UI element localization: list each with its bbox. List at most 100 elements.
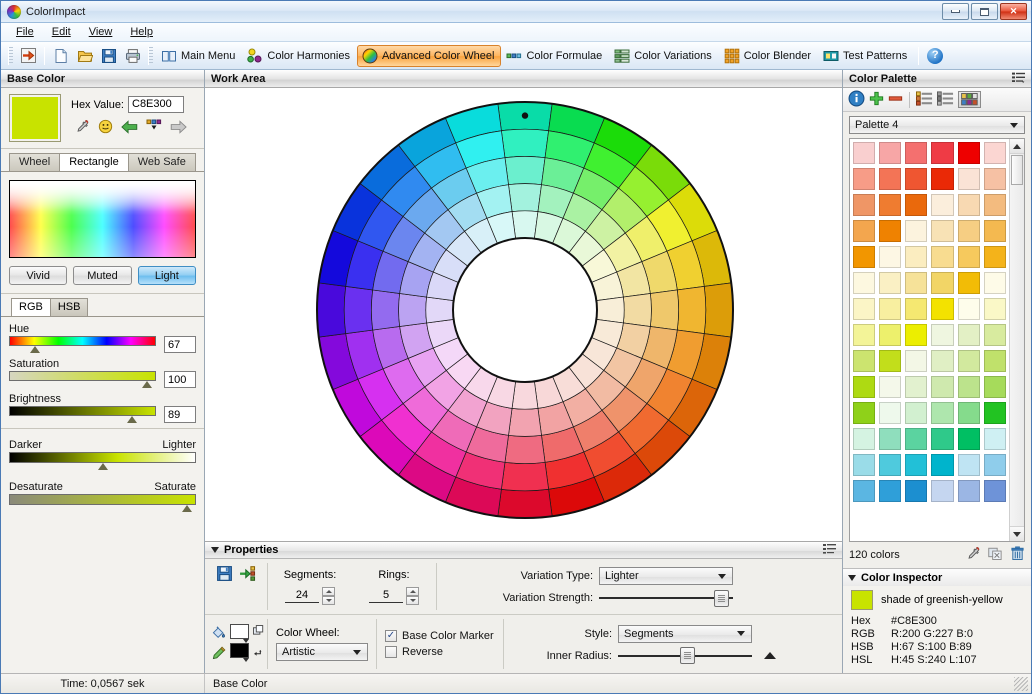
palette-swatch[interactable] (984, 454, 1006, 476)
palette-swatch[interactable] (879, 194, 901, 216)
tone-button-vivid[interactable]: Vivid (9, 266, 67, 285)
palette-swatch[interactable] (853, 246, 875, 268)
palette-swatch[interactable] (905, 272, 927, 294)
palette-swatch[interactable] (905, 350, 927, 372)
palette-swatch[interactable] (905, 428, 927, 450)
palette-swatch[interactable] (905, 194, 927, 216)
palette-swatch[interactable] (853, 402, 875, 424)
wheel-segment[interactable] (371, 290, 399, 330)
scrollbar-thumb[interactable] (1011, 155, 1023, 185)
palette-swatch[interactable] (853, 298, 875, 320)
rings-stepper[interactable] (406, 587, 419, 605)
palette-swatch[interactable] (853, 168, 875, 190)
palette-swatch[interactable] (879, 298, 901, 320)
saturation-value-input[interactable]: 100 (164, 371, 196, 388)
wheel-segment[interactable] (399, 294, 427, 327)
segments-stepper[interactable] (322, 587, 335, 605)
menu-item-edit[interactable]: Edit (43, 25, 80, 39)
palette-swatch[interactable] (958, 402, 980, 424)
hue-slider-thumb[interactable] (30, 346, 40, 353)
palette-swatch[interactable] (905, 454, 927, 476)
export-icon[interactable] (17, 45, 39, 67)
help-button[interactable]: ? (923, 45, 947, 67)
palette-swatch[interactable] (984, 142, 1006, 164)
palette-swatch[interactable] (879, 324, 901, 346)
wheel-segment[interactable] (426, 297, 454, 323)
properties-menu-icon[interactable] (823, 543, 836, 557)
wheel-segment[interactable] (677, 286, 706, 333)
rings-value[interactable]: 5 (369, 589, 403, 603)
work-area-canvas[interactable] (205, 88, 842, 541)
picker-tab-wheel[interactable]: Wheel (9, 153, 60, 171)
segments-increment-button[interactable] (322, 587, 335, 596)
palette-swatch[interactable] (958, 480, 980, 502)
pencil-icon[interactable] (211, 646, 226, 664)
variation-strength-thumb[interactable] (714, 590, 729, 607)
palette-swatch[interactable] (905, 142, 927, 164)
palette-swatch[interactable] (984, 480, 1006, 502)
palette-swatch[interactable] (958, 220, 980, 242)
toolbar-tab-color-harmonies[interactable]: Color Harmonies (242, 45, 357, 67)
palette-add-icon[interactable] (146, 119, 162, 137)
swap-colors-icon[interactable] (253, 646, 264, 660)
segments-decrement-button[interactable] (322, 596, 335, 605)
palette-swatch[interactable] (984, 194, 1006, 216)
scroll-down-button[interactable] (1010, 526, 1024, 541)
wheel-segment[interactable] (512, 211, 538, 239)
palette-swatch[interactable] (931, 168, 953, 190)
toolbar-tab-color-blender[interactable]: Color Blender (719, 45, 818, 67)
palette-swatch[interactable] (853, 480, 875, 502)
hue-slider-track[interactable] (9, 336, 156, 346)
palette-swatch[interactable] (905, 168, 927, 190)
save-palette-icon[interactable] (216, 565, 233, 585)
palette-swatch[interactable] (905, 402, 927, 424)
info-icon[interactable] (848, 90, 865, 110)
palette-swatch[interactable] (931, 402, 953, 424)
rings-increment-button[interactable] (406, 587, 419, 596)
palette-swatch[interactable] (931, 428, 953, 450)
saturation-range-track[interactable] (9, 494, 196, 505)
remove-icon[interactable] (888, 91, 903, 109)
palette-swatch[interactable] (879, 350, 901, 372)
color-model-tab-hsb[interactable]: HSB (50, 298, 89, 316)
wheel-segment[interactable] (704, 283, 733, 337)
palette-swatch[interactable] (958, 272, 980, 294)
palette-swatch[interactable] (958, 142, 980, 164)
menu-item-help[interactable]: Help (121, 25, 162, 39)
background-color-swatch[interactable] (230, 643, 249, 658)
palette-swatch[interactable] (905, 480, 927, 502)
palette-swatch[interactable] (984, 246, 1006, 268)
toolbar-tab-main-menu[interactable]: Main Menu (156, 45, 242, 67)
variation-strength-slider[interactable] (599, 590, 733, 606)
picker-tab-rectangle[interactable]: Rectangle (59, 153, 129, 171)
palette-swatch[interactable] (984, 376, 1006, 398)
wheel-segment[interactable] (623, 294, 651, 327)
palette-swatch[interactable] (958, 246, 980, 268)
palette-swatch[interactable] (931, 454, 953, 476)
palette-swatch[interactable] (879, 454, 901, 476)
palette-swatch[interactable] (958, 428, 980, 450)
saturation-slider-track[interactable] (9, 371, 156, 381)
palette-swatch[interactable] (931, 272, 953, 294)
wheel-segment[interactable] (501, 129, 548, 158)
segments-value[interactable]: 24 (285, 589, 319, 603)
palette-menu-icon[interactable] (1012, 72, 1025, 86)
palette-swatch[interactable] (853, 142, 875, 164)
toolbar-tab-color-variations[interactable]: Color Variations (609, 45, 718, 67)
scroll-up-button[interactable] (1010, 139, 1024, 154)
toolbar-grip-2[interactable] (148, 47, 153, 65)
palette-swatch[interactable] (879, 402, 901, 424)
style-select[interactable]: Segments (618, 625, 752, 643)
base-color-marker-checkbox[interactable]: ✓ Base Color Marker (385, 630, 495, 642)
palette-swatch[interactable] (958, 194, 980, 216)
palette-swatch[interactable] (931, 246, 953, 268)
wheel-segment[interactable] (505, 435, 545, 463)
rings-decrement-button[interactable] (406, 596, 419, 605)
palette-swatch[interactable] (984, 428, 1006, 450)
palette-swatch[interactable] (931, 298, 953, 320)
wheel-segment[interactable] (498, 489, 552, 518)
wheel-segment[interactable] (509, 184, 542, 212)
save-disk-icon[interactable] (98, 45, 120, 67)
hex-value-input[interactable]: C8E300 (128, 96, 184, 113)
color-wheel-select[interactable]: Artistic (276, 643, 368, 661)
